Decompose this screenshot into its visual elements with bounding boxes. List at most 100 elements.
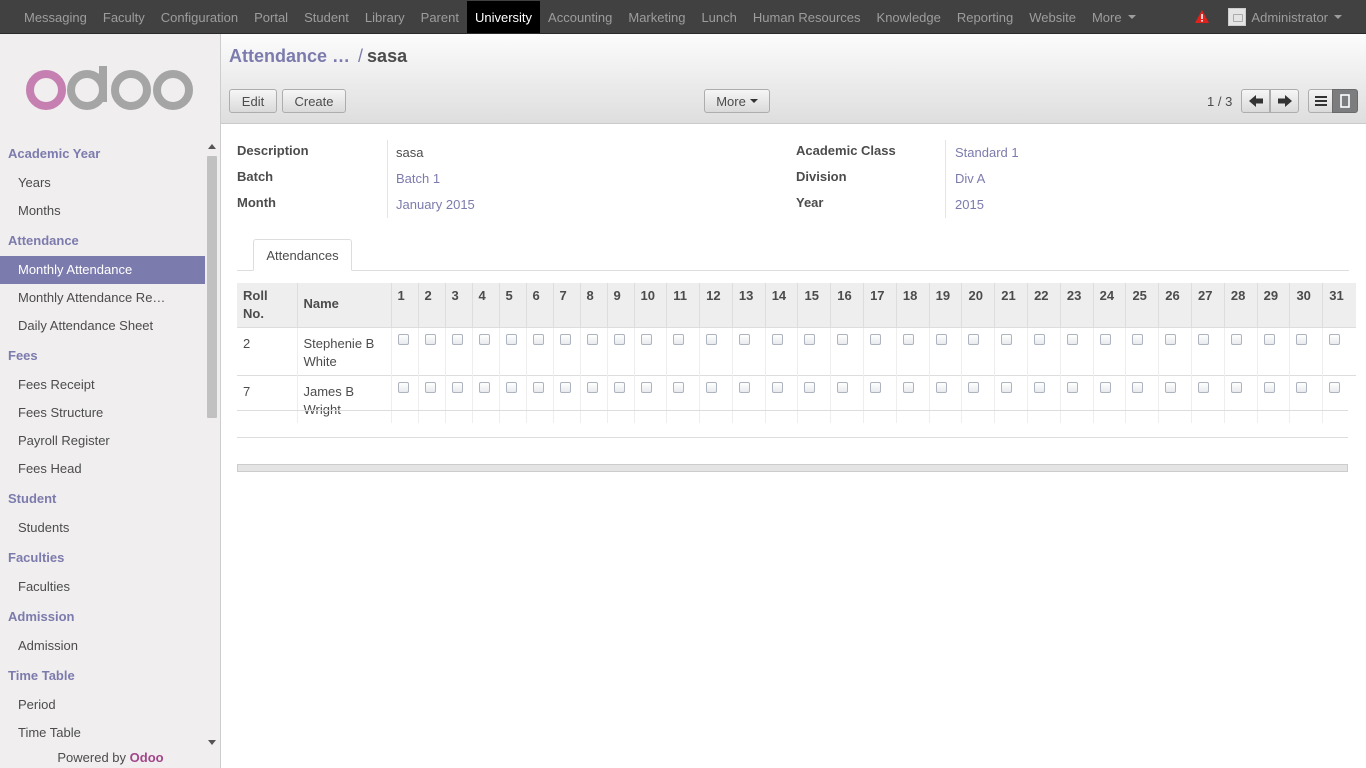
attendance-checkbox[interactable] [397, 382, 409, 393]
attendance-checkbox[interactable] [640, 382, 652, 393]
attendance-checkbox[interactable] [902, 334, 914, 345]
column-header-day[interactable]: 11 [666, 283, 700, 328]
column-header-day[interactable]: 2 [417, 283, 445, 328]
attendance-checkbox[interactable] [397, 334, 409, 345]
sidebar-item-monthly-attendance[interactable]: Monthly Attendance [0, 256, 205, 284]
table-horizontal-scrollbar[interactable] [237, 464, 1348, 472]
attendance-checkbox[interactable] [424, 382, 436, 393]
column-header-day[interactable]: 23 [1059, 283, 1094, 328]
top-menu-item-library[interactable]: Library [357, 1, 413, 33]
top-menu-item-more[interactable]: More [1084, 1, 1144, 33]
top-menu-item-website[interactable]: Website [1021, 1, 1084, 33]
column-header-name[interactable]: Name [296, 283, 391, 328]
attendance-checkbox[interactable] [935, 334, 947, 345]
attendance-checkbox[interactable] [586, 382, 598, 393]
top-menu-item-parent[interactable]: Parent [413, 1, 467, 33]
attendance-checkbox[interactable] [478, 382, 490, 393]
next-record-button[interactable] [1270, 89, 1299, 113]
sidebar-item-period[interactable]: Period [0, 691, 205, 719]
attendance-checkbox[interactable] [1263, 334, 1275, 345]
sidebar-section-time-table[interactable]: Time Table [0, 660, 205, 691]
attendance-checkbox[interactable] [424, 334, 436, 345]
column-header-day[interactable]: 9 [606, 283, 634, 328]
top-menu-item-portal[interactable]: Portal [246, 1, 296, 33]
academic-class-link[interactable]: Standard 1 [955, 145, 1019, 160]
sidebar-section-fees[interactable]: Fees [0, 340, 205, 371]
attendance-checkbox[interactable] [1329, 382, 1341, 393]
column-header-day[interactable]: 21 [994, 283, 1028, 328]
column-header-day[interactable]: 17 [863, 283, 897, 328]
attendance-checkbox[interactable] [1034, 334, 1046, 345]
sidebar-item-time-table[interactable]: Time Table [0, 719, 205, 747]
column-header-day[interactable]: 26 [1158, 283, 1192, 328]
attendance-checkbox[interactable] [706, 382, 718, 393]
sidebar-section-admission[interactable]: Admission [0, 601, 205, 632]
division-link[interactable]: Div A [955, 171, 985, 186]
sidebar-item-fees-head[interactable]: Fees Head [0, 455, 205, 483]
top-menu-item-knowledge[interactable]: Knowledge [869, 1, 949, 33]
sidebar-item-payroll-register[interactable]: Payroll Register [0, 427, 205, 455]
attendance-checkbox[interactable] [451, 382, 463, 393]
edit-button[interactable]: Edit [229, 89, 277, 113]
attendance-checkbox[interactable] [837, 382, 849, 393]
attendance-checkbox[interactable] [1230, 334, 1242, 345]
attendance-checkbox[interactable] [1165, 334, 1177, 345]
warning-icon[interactable] [1194, 9, 1210, 25]
attendance-checkbox[interactable] [968, 334, 980, 345]
attendance-checkbox[interactable] [1263, 382, 1275, 393]
sidebar-item-admission[interactable]: Admission [0, 632, 205, 660]
top-menu-item-marketing[interactable]: Marketing [620, 1, 693, 33]
attendance-checkbox[interactable] [1296, 334, 1308, 345]
attendance-checkbox[interactable] [771, 334, 783, 345]
top-menu-item-student[interactable]: Student [296, 1, 357, 33]
attendance-checkbox[interactable] [1165, 382, 1177, 393]
sidebar-item-fees-structure[interactable]: Fees Structure [0, 399, 205, 427]
month-link[interactable]: January 2015 [396, 197, 475, 212]
year-link[interactable]: 2015 [955, 197, 984, 212]
top-menu-item-human-resources[interactable]: Human Resources [745, 1, 869, 33]
attendance-checkbox[interactable] [706, 334, 718, 345]
sidebar-scrollbar[interactable] [206, 142, 218, 748]
top-menu-item-messaging[interactable]: Messaging [16, 1, 95, 33]
sidebar-item-students[interactable]: Students [0, 514, 205, 542]
user-menu[interactable]: Administrator [1228, 8, 1342, 26]
sidebar-section-student[interactable]: Student [0, 483, 205, 514]
more-button[interactable]: More [704, 89, 770, 113]
column-header-day[interactable]: 14 [764, 283, 798, 328]
column-header-day[interactable]: 15 [797, 283, 831, 328]
attendance-checkbox[interactable] [804, 334, 816, 345]
attendance-checkbox[interactable] [968, 382, 980, 393]
attendance-checkbox[interactable] [673, 334, 685, 345]
attendance-checkbox[interactable] [738, 382, 750, 393]
column-header-day[interactable]: 27 [1191, 283, 1225, 328]
attendance-checkbox[interactable] [1132, 382, 1144, 393]
odoo-logo[interactable] [26, 66, 194, 114]
attendance-checkbox[interactable] [837, 334, 849, 345]
column-header-day[interactable]: 19 [928, 283, 962, 328]
form-view-button[interactable] [1332, 89, 1358, 113]
previous-record-button[interactable] [1241, 89, 1270, 113]
attendance-checkbox[interactable] [505, 334, 517, 345]
attendance-checkbox[interactable] [771, 382, 783, 393]
column-header-day[interactable]: 1 [390, 283, 418, 328]
tab-attendances[interactable]: Attendances [253, 239, 352, 271]
attendance-checkbox[interactable] [505, 382, 517, 393]
attendance-checkbox[interactable] [1329, 334, 1341, 345]
attendance-checkbox[interactable] [804, 382, 816, 393]
top-menu-item-accounting[interactable]: Accounting [540, 1, 620, 33]
sidebar-item-monthly-attendance-re[interactable]: Monthly Attendance Re… [0, 284, 205, 312]
attendance-checkbox[interactable] [935, 382, 947, 393]
list-view-button[interactable] [1308, 89, 1333, 113]
attendance-checkbox[interactable] [640, 334, 652, 345]
column-header-day[interactable]: 18 [895, 283, 930, 328]
attendance-checkbox[interactable] [532, 334, 544, 345]
column-header-day[interactable]: 4 [471, 283, 499, 328]
attendance-checkbox[interactable] [1296, 382, 1308, 393]
attendance-checkbox[interactable] [1066, 334, 1078, 345]
column-header-day[interactable]: 3 [444, 283, 472, 328]
column-header-day[interactable]: 7 [552, 283, 580, 328]
attendance-checkbox[interactable] [1198, 382, 1210, 393]
column-header-day[interactable]: 20 [961, 283, 995, 328]
sidebar-item-years[interactable]: Years [0, 169, 205, 197]
top-menu-item-faculty[interactable]: Faculty [95, 1, 153, 33]
